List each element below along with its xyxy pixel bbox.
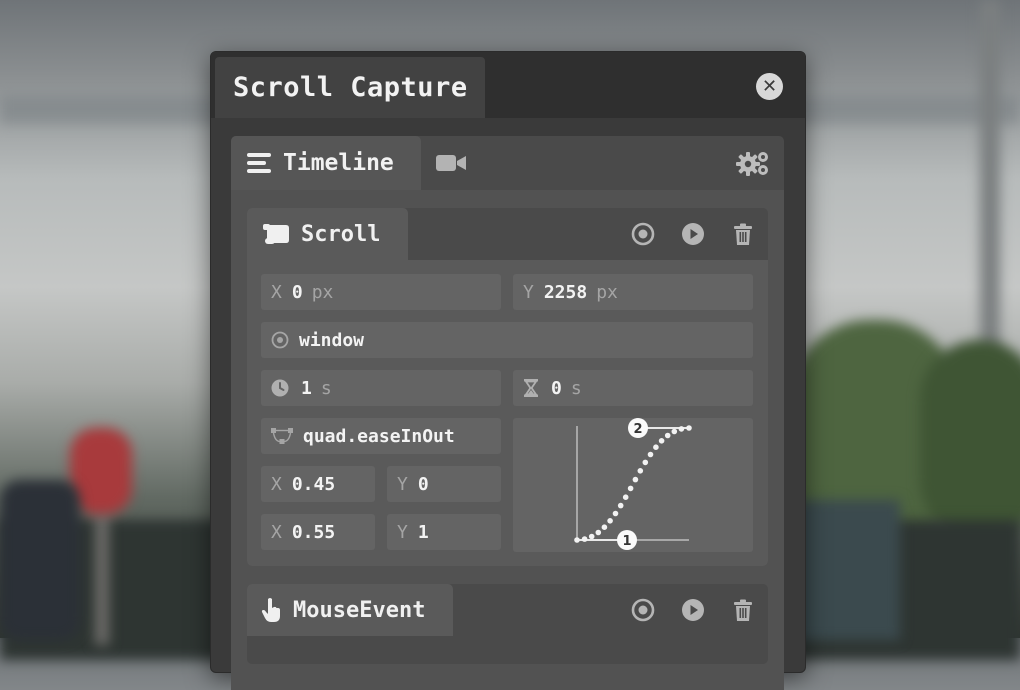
curve-point <box>622 494 629 500</box>
cp2-y-label: Y <box>397 521 408 543</box>
x-unit: px <box>311 281 334 303</box>
duration-value: 1 <box>301 377 312 399</box>
curve-point <box>601 524 608 530</box>
curve-point <box>595 529 602 536</box>
curve-points <box>574 425 692 543</box>
x-field[interactable]: X 0 px <box>261 274 501 310</box>
delay-field[interactable]: 0 s <box>513 370 753 406</box>
cp1-y-label: Y <box>397 473 408 495</box>
y-value: 2258 <box>543 281 588 303</box>
curve-point <box>653 444 659 450</box>
cp2-x-value: 0.55 <box>291 521 336 543</box>
y-label: Y <box>523 281 534 303</box>
control-point-2[interactable]: 2 <box>628 418 648 438</box>
title-bar: Scroll Capture ✕ <box>211 52 805 118</box>
control-point-1-label: 1 <box>622 534 631 549</box>
trash-icon[interactable] <box>731 598 755 622</box>
close-icon: ✕ <box>761 75 778 97</box>
timeline-content: Scroll X 0 px Y 2258 px window 1 s 0 s q… <box>231 190 784 690</box>
curve-point <box>617 502 624 509</box>
curve-point <box>632 476 639 483</box>
curve-point <box>686 425 692 431</box>
delay-value: 0 <box>551 377 562 399</box>
target-icon[interactable] <box>631 598 655 622</box>
cp2-x-label: X <box>271 521 282 543</box>
duration-unit: s <box>320 377 332 399</box>
y-unit: px <box>596 281 618 303</box>
duration-field[interactable]: 1 s <box>261 370 501 406</box>
cp1-x-field[interactable]: X 0.45 <box>261 466 375 502</box>
card-header: MouseEvent <box>247 584 768 636</box>
card-title: Scroll <box>301 221 381 247</box>
play-icon[interactable] <box>681 222 705 246</box>
scroll-capture-panel: Scroll Capture ✕ Timeline Scroll X 0 px … <box>210 51 806 690</box>
hand-pointer-icon <box>261 598 280 622</box>
gears-icon[interactable] <box>736 150 770 176</box>
tab-timeline[interactable]: Timeline <box>231 136 421 190</box>
x-value: 0 <box>291 281 303 303</box>
target-icon <box>271 331 289 349</box>
target-value: window <box>299 329 365 351</box>
title-tab: Scroll Capture <box>215 57 485 118</box>
panel-title: Scroll Capture <box>233 72 468 103</box>
tab-bar: Timeline <box>231 136 784 190</box>
cp1-y-field[interactable]: Y 0 <box>387 466 501 502</box>
card-header: Scroll <box>247 208 768 260</box>
curve-point <box>627 485 634 492</box>
easing-curve-preview: 1 2 <box>513 418 753 552</box>
mouse-event-card: MouseEvent <box>247 584 768 664</box>
scroll-icon <box>263 224 289 244</box>
background-tree <box>920 340 1020 540</box>
curve-point <box>637 468 644 474</box>
curve-point <box>647 451 654 458</box>
x-label: X <box>271 281 282 303</box>
easing-value: quad.easeInOut <box>303 425 455 447</box>
curve-point <box>671 428 678 435</box>
card-tab[interactable]: Scroll <box>247 208 409 260</box>
curve-point <box>607 518 613 524</box>
cp1-x-value: 0.45 <box>291 473 336 495</box>
curve-point <box>658 438 665 444</box>
delay-unit: s <box>570 377 582 399</box>
control-point-1[interactable]: 1 <box>617 530 637 550</box>
curve-point <box>588 533 595 540</box>
cp2-y-value: 1 <box>417 521 429 543</box>
scroll-event-card: Scroll X 0 px Y 2258 px window 1 s 0 s q… <box>247 208 768 566</box>
curve-point <box>581 536 588 542</box>
card-tab[interactable]: MouseEvent <box>247 584 454 636</box>
control-point-2-label: 2 <box>633 422 642 437</box>
background-car <box>0 480 80 640</box>
curve-point <box>612 510 619 517</box>
bezier-curve-icon <box>271 428 293 444</box>
curve-point <box>574 537 580 543</box>
card-title: MouseEvent <box>293 597 426 623</box>
video-camera-icon[interactable] <box>435 153 467 173</box>
clock-icon <box>271 379 289 397</box>
scroll-card-body: X 0 px Y 2258 px window 1 s 0 s quad.eas… <box>247 260 768 566</box>
easing-field[interactable]: quad.easeInOut <box>261 418 501 454</box>
list-icon <box>247 149 271 177</box>
target-field[interactable]: window <box>261 322 753 358</box>
tab-timeline-label: Timeline <box>283 150 394 176</box>
y-field[interactable]: Y 2258 px <box>513 274 753 310</box>
trash-icon[interactable] <box>731 222 755 246</box>
curve-point <box>664 432 671 439</box>
hourglass-icon <box>524 379 538 397</box>
target-icon[interactable] <box>631 222 655 246</box>
close-button[interactable]: ✕ <box>756 73 783 100</box>
cp1-x-label: X <box>271 473 282 495</box>
cp1-y-value: 0 <box>417 473 429 495</box>
play-icon[interactable] <box>681 598 705 622</box>
cp2-y-field[interactable]: Y 1 <box>387 514 501 550</box>
easing-curve-graph: 1 2 <box>574 418 692 550</box>
cp2-x-field[interactable]: X 0.55 <box>261 514 375 550</box>
curve-point <box>642 459 649 466</box>
background-sign-post <box>95 505 109 645</box>
curve-point <box>678 426 685 432</box>
